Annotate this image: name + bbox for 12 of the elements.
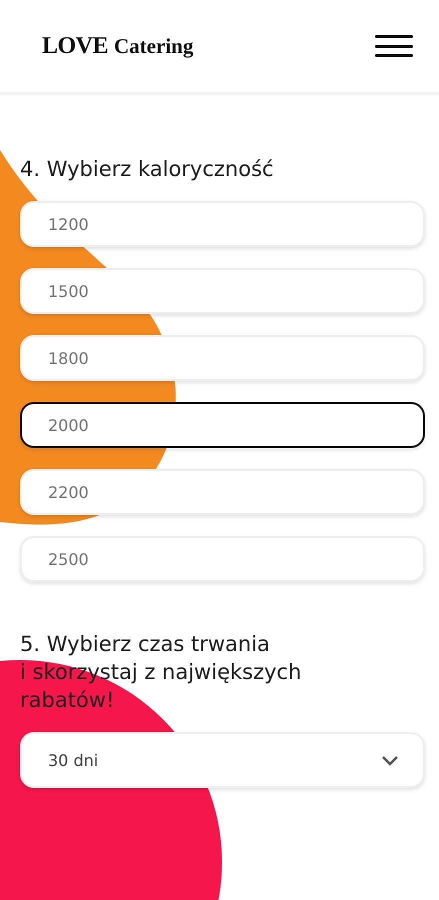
chevron-down-icon (381, 754, 399, 766)
calorie-option[interactable]: 2500 (20, 536, 425, 582)
calorie-option[interactable]: 1500 (20, 268, 425, 314)
section-heading: 4. Wybierz kaloryczność (20, 156, 275, 183)
calorie-option[interactable]: 2000 (20, 402, 425, 448)
duration-select[interactable]: 30 dni (20, 732, 425, 788)
calorie-option[interactable]: 1800 (20, 335, 425, 381)
calorie-option[interactable]: 2200 (20, 469, 425, 515)
menu-button[interactable] (375, 35, 413, 57)
calorie-option[interactable]: 1200 (20, 201, 425, 247)
logo-mark: LOVE (42, 32, 108, 60)
logo-text: Catering (114, 34, 194, 58)
